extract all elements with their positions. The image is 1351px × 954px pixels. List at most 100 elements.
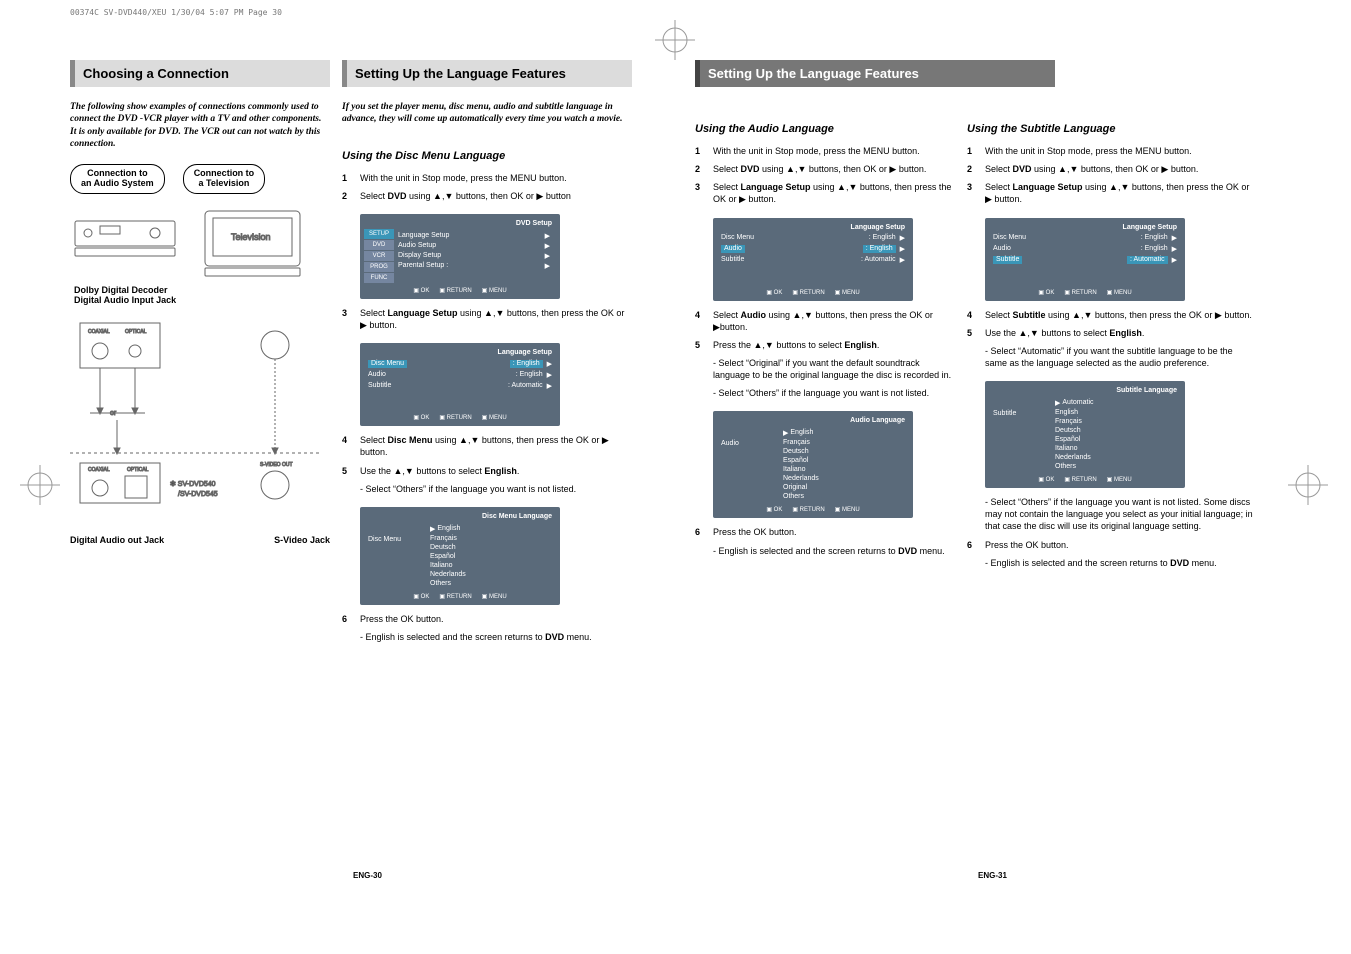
osd-foot-btn: OK [413,287,429,294]
registration-mark-left [20,465,60,505]
step-item: Select DVD using ▲,▼ buttons, then OK or… [342,190,632,202]
step-subnote: - Select “Automatic” if you want the sub… [985,345,1257,369]
steps-audio: With the unit in Stop mode, press the ME… [695,145,955,212]
osd-foot-btn: OK [413,414,429,421]
osd-item: Parental Setup : [398,262,448,270]
osd-header: Language Setup [717,222,909,233]
doc-header: 00374C SV-DVD440/XEU 1/30/04 5:07 PM Pag… [70,8,282,17]
tv-label-text: Television [231,232,271,242]
osd-row: Disc Menu: English▶ [364,358,556,369]
osd-foot-btn: OK [413,593,429,600]
step-item: With the unit in Stop mode, press the ME… [967,145,1257,157]
steps-6: Press the OK button. [342,613,632,631]
osd-language-setup: Language Setup Disc Menu: English▶ Audio… [360,343,560,426]
osd-list-item: Français [430,534,466,543]
caption-line: Dolby Digital Decoder [74,285,168,295]
osd-list-item: Nederlands [430,570,466,579]
osd-audio-langsetup: Language Setup Disc Menu: English▶ Audio… [713,218,913,301]
intro-text-2: If you set the player menu, disc menu, a… [342,101,632,126]
step-subnote: - Select “Others” if the language you wa… [360,483,632,495]
step-item: With the unit in Stop mode, press the ME… [342,172,632,184]
step-subnote: - Select “Original” if you want the defa… [713,357,955,381]
osd-footer: OK RETURN MENU [364,590,556,601]
caption-digital-audio-out: Digital Audio out Jack [70,535,164,545]
step-item: Press the OK button. [342,613,632,625]
osd-subtitle-lang-list: Subtitle Language Subtitle ▶Automatic En… [985,381,1185,488]
section-title-lang-features-right: Setting Up the Language Features [695,60,1055,87]
right-col-1: Using the Audio Language With the unit i… [695,113,955,575]
osd-foot-btn: MENU [482,593,507,600]
osd-list-item: English [437,525,460,533]
section-title-choosing: Choosing a Connection [70,60,330,87]
subhead-disc-menu-lang: Using the Disc Menu Language [342,150,632,162]
svg-text:COAXIAL: COAXIAL [88,467,110,473]
page-number-right: ENG-31 [695,871,1290,880]
step-item: Press the ▲,▼ buttons to select English. [695,339,955,351]
steps-4-5: Select Disc Menu using ▲,▼ buttons, then… [342,434,632,482]
osd-footer: OK RETURN MENU [364,284,556,295]
right-col-2: Using the Subtitle Language With the uni… [967,113,1257,575]
osd-header: DVD Setup [364,218,556,229]
step-item: Use the ▲,▼ buttons to select English. [967,327,1257,339]
note-others: - Select “Others” if the language you wa… [985,496,1257,532]
connection-diagram: COAXIAL OPTICAL or COAXIAL O [70,313,320,523]
osd-row: Subtitle: Automatic▶ [364,380,556,391]
caption-line: Digital Audio Input Jack [74,295,176,305]
decoder-figure [70,206,185,261]
page-left: Choosing a Connection The following show… [70,60,665,880]
step-subnote: - English is selected and the screen ret… [713,545,955,557]
caption-svideo: S-Video Jack [274,535,330,545]
osd-foot-btn: RETURN [439,593,471,600]
osd-disc-menu-lang: Disc Menu Language Disc Menu ▶English Fr… [360,507,560,605]
step-item: Select Audio using ▲,▼ buttons, then pre… [695,309,955,333]
svg-text:/SV-DVD545: /SV-DVD545 [178,491,218,498]
section-title-lang-features-left: Setting Up the Language Features [342,60,632,87]
osd-foot-btn: MENU [482,287,507,294]
pill-line: Connection to [194,168,255,178]
pill-line: Connection to [87,168,148,178]
osd-dvd-setup: DVD Setup SETUP DVD VCR PROG FUNC Langua… [360,214,560,299]
osd-foot-btn: MENU [482,414,507,421]
pill-line: a Television [199,178,250,188]
step-subnote: - Select “Others” if the language you wa… [713,387,955,399]
svg-text:COAXIAL: COAXIAL [88,329,110,335]
caption-decoder: Dolby Digital Decoder Digital Audio Inpu… [74,285,330,305]
step-item: Use the ▲,▼ buttons to select English. [342,465,632,477]
intro-text: The following show examples of connectio… [70,101,330,150]
svg-text:OPTICAL: OPTICAL [125,329,147,335]
osd-list-item: Deutsch [430,543,466,552]
osd-item: Language Setup [398,232,449,240]
osd-list-item: Italiano [430,561,466,570]
page-right: Setting Up the Language Features Using t… [695,60,1290,880]
pill-row: Connection to an Audio System Connection… [70,164,330,194]
left-col-2: Setting Up the Language Features If you … [342,60,632,880]
step-item: Select Subtitle using ▲,▼ buttons, then … [967,309,1257,321]
osd-language-list: ▶English Français Deutsch Español Italia… [424,522,472,590]
osd-tab: DVD [364,240,394,250]
svg-text:OPTICAL: OPTICAL [127,467,149,473]
step-item: Select DVD using ▲,▼ buttons, then OK or… [967,163,1257,175]
page-number-left: ENG-30 [70,871,665,880]
subhead-subtitle-lang: Using the Subtitle Language [967,123,1257,135]
registration-mark-top [655,20,695,60]
step-item: With the unit in Stop mode, press the ME… [695,145,955,157]
osd-menu-list: Language Setup▶ Audio Setup▶ Display Set… [394,229,556,284]
osd-audio-lang-list: Audio Language Audio ▶English Français D… [713,411,913,518]
registration-mark-right [1288,465,1328,505]
steps-3: Select Language Setup using ▲,▼ buttons,… [342,307,632,337]
steps-disc-menu: With the unit in Stop mode, press the ME… [342,172,632,208]
pill-line: an Audio System [81,178,154,188]
step-item: Select Language Setup using ▲,▼ buttons,… [695,181,955,205]
osd-row: Audio: English▶ [364,369,556,380]
tv-figure: Television [195,206,310,281]
osd-item: Audio Setup [398,242,436,250]
osd-list-item: Español [430,552,466,561]
osd-label: Disc Menu [364,522,424,590]
osd-tabs: SETUP DVD VCR PROG FUNC [364,229,394,284]
osd-header: Disc Menu Language [364,511,556,522]
osd-list-item: Others [430,579,466,588]
step-subnote: - English is selected and the screen ret… [985,557,1257,569]
svg-text:✱ SV-DVD540: ✱ SV-DVD540 [170,480,216,488]
step-item: Press the OK button. [967,539,1257,551]
step-item: Press the OK button. [695,526,955,538]
